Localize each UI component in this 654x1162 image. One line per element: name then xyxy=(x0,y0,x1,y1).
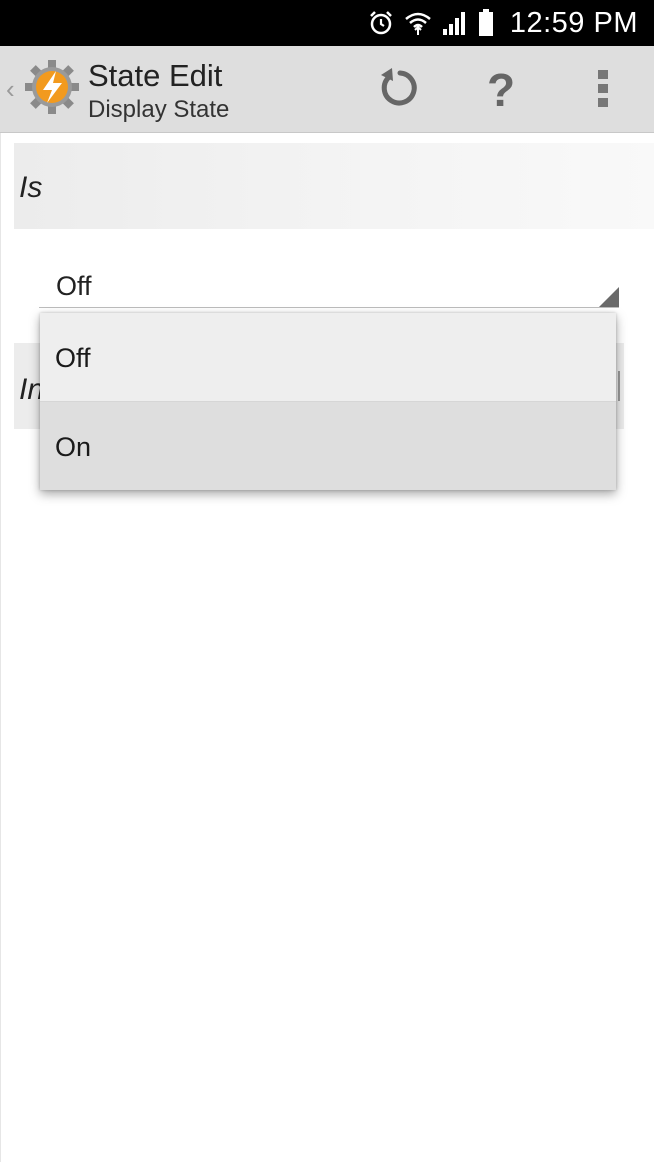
undo-icon xyxy=(377,65,423,116)
overflow-menu-button[interactable] xyxy=(573,60,633,120)
spinner-arrow-icon xyxy=(599,287,619,307)
up-chevron-icon[interactable]: ‹ xyxy=(6,74,15,105)
battery-icon xyxy=(478,9,494,37)
page-title: State Edit xyxy=(88,58,223,93)
dropdown-option-off[interactable]: Off xyxy=(40,313,616,402)
action-bar: ‹ State Edit Display State ? xyxy=(0,46,654,133)
page-subtitle: Display State xyxy=(88,96,230,123)
section-is-header: Is xyxy=(14,143,654,229)
alarm-icon xyxy=(368,10,394,36)
screen: 12:59 PM ‹ State Edit Display State ? Is… xyxy=(0,0,654,1162)
wifi-icon xyxy=(404,10,432,36)
state-spinner[interactable]: Off xyxy=(39,263,619,308)
tasker-app-icon[interactable] xyxy=(24,59,80,115)
status-time: 12:59 PM xyxy=(509,6,638,39)
dropdown-option-label: On xyxy=(55,432,92,462)
dropdown-option-label: Off xyxy=(55,343,91,373)
spinner-value: Off xyxy=(56,271,92,301)
status-bar: 12:59 PM xyxy=(0,0,654,46)
status-icons: 12:59 PM xyxy=(368,0,638,46)
help-icon: ? xyxy=(486,64,516,116)
signal-icon xyxy=(442,11,468,35)
content-area: Is Off In xyxy=(0,133,654,1162)
overflow-menu-icon xyxy=(596,68,610,113)
section-in-edge xyxy=(618,371,620,401)
dropdown-option-on[interactable]: On xyxy=(40,402,616,490)
undo-button[interactable] xyxy=(370,60,430,120)
section-is-label: Is xyxy=(19,171,43,204)
spinner-dropdown: Off On xyxy=(40,313,616,490)
help-button[interactable]: ? xyxy=(471,60,531,120)
